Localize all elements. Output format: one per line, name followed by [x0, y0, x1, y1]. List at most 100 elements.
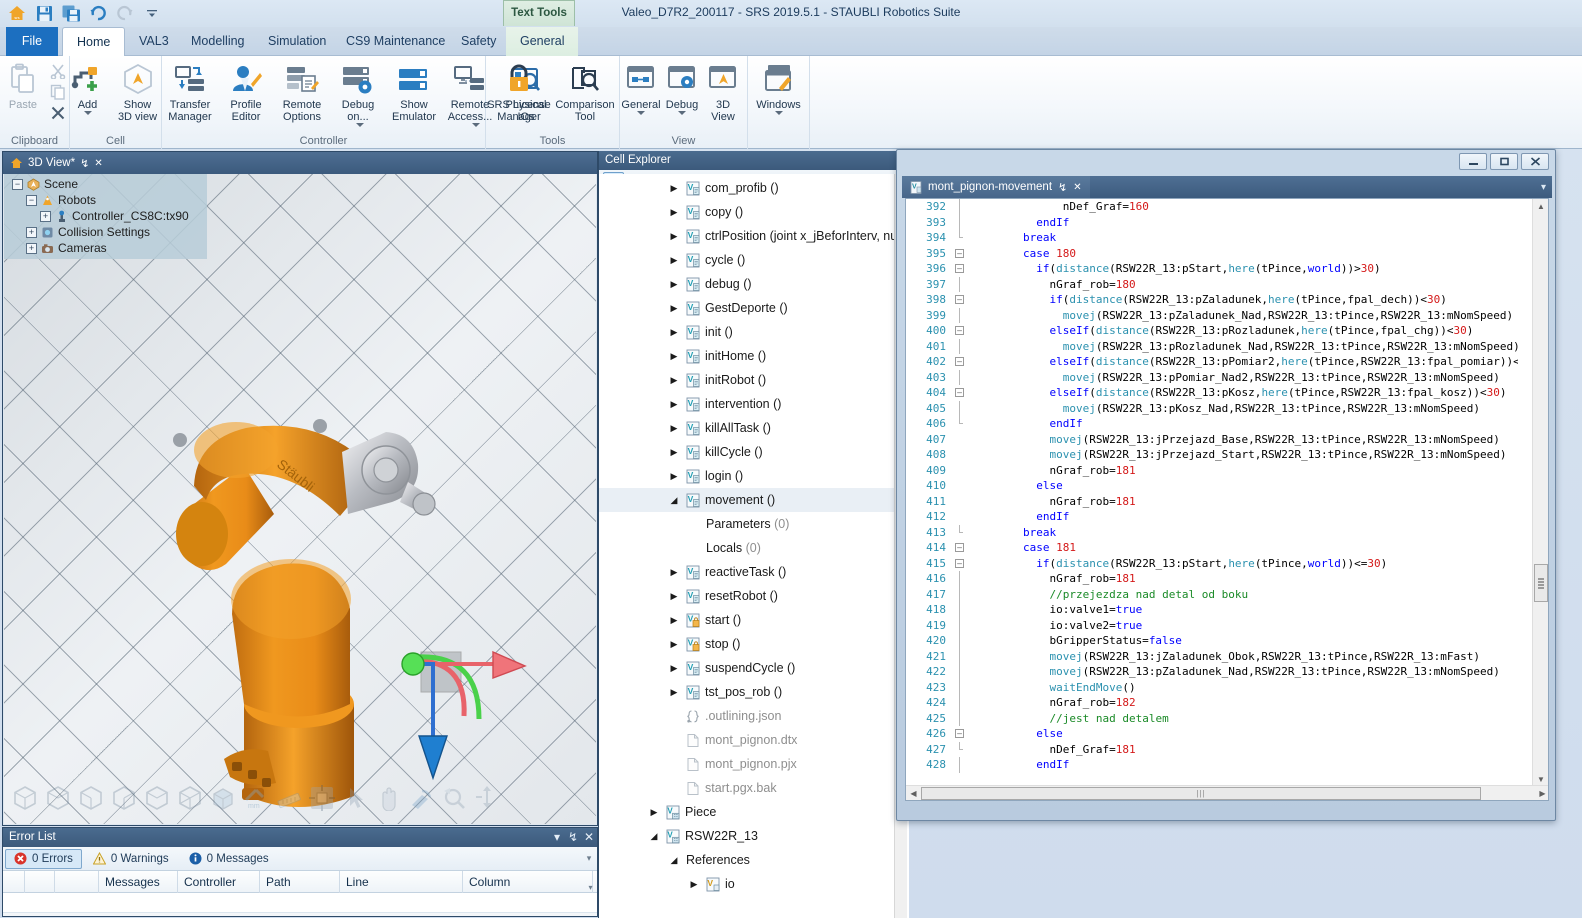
- profile-editor-button[interactable]: Profile Editor: [218, 59, 274, 131]
- code-vertical-scrollbar[interactable]: ▲ ▼: [1532, 199, 1548, 787]
- chevron-down-icon[interactable]: [678, 111, 686, 115]
- code-line[interactable]: 413 break: [906, 524, 1518, 541]
- scene-tree-item-cameras[interactable]: + Cameras: [4, 240, 207, 256]
- code-line[interactable]: 420 bGripperStatus=false: [906, 633, 1518, 649]
- code-line[interactable]: 398– if(distance(RSW22R_13:pZaladunek,he…: [906, 292, 1518, 308]
- collapsed-arrow-icon[interactable]: ▶: [667, 183, 681, 194]
- tab-modelling[interactable]: Modelling: [177, 27, 259, 56]
- cell-explorer-item[interactable]: ▶ Vlogin (): [599, 464, 909, 488]
- tab-val3[interactable]: VAL3: [125, 27, 183, 56]
- code-line[interactable]: 400– elseIf(distance(RSW22R_13:pRozladun…: [906, 323, 1518, 339]
- cell-explorer-item[interactable]: ▶ Vcycle (): [599, 248, 909, 272]
- fold-marker[interactable]: –: [952, 323, 968, 339]
- tab-cs9-maintenance[interactable]: CS9 Maintenance: [332, 27, 459, 56]
- column-header-column[interactable]: Column: [463, 870, 593, 893]
- code-vscroll-thumb[interactable]: [1534, 564, 1548, 602]
- code-line[interactable]: 419 io:valve2=true: [906, 617, 1518, 633]
- expander-icon[interactable]: +: [26, 242, 37, 254]
- expanded-arrow-icon[interactable]: ◢: [647, 831, 661, 842]
- measure-icon[interactable]: mm: [241, 783, 271, 813]
- tab-safety[interactable]: Safety: [447, 27, 510, 56]
- cell-explorer-item[interactable]: ▶ VctrlPosition (joint x_jBeforInterv, nu…: [599, 224, 909, 248]
- cell-explorer-item[interactable]: ▶ Vcopy (): [599, 200, 909, 224]
- cell-explorer-item[interactable]: ◢ V RSW22R_13: [599, 824, 909, 848]
- chevron-down-icon[interactable]: [356, 123, 364, 127]
- cell-explorer-item[interactable]: start.pgx.bak: [599, 776, 909, 800]
- hand-pan-icon[interactable]: [373, 783, 403, 813]
- scene-tree-item-scene[interactable]: − Scene: [4, 176, 207, 192]
- chevron-down-icon[interactable]: ▾: [1541, 182, 1552, 193]
- show-3d-view-button[interactable]: Show 3D view: [110, 59, 166, 131]
- minimize-button[interactable]: [1459, 153, 1487, 170]
- cell-explorer-tree[interactable]: ▶ Vcom_profib () ▶ Vcopy () ▶ VctrlPosition (…: [599, 174, 909, 918]
- code-line[interactable]: 418 io:valve1=true: [906, 602, 1518, 618]
- collapsed-arrow-icon[interactable]: ▶: [667, 615, 681, 626]
- view-cube-right-icon[interactable]: [109, 783, 139, 813]
- code-line[interactable]: 402– elseIf(distance(RSW22R_13:pPomiar2,…: [906, 354, 1518, 370]
- cell-explorer-item[interactable]: ▶ Vinit (): [599, 320, 909, 344]
- expander-icon[interactable]: −: [12, 178, 23, 190]
- cell-explorer-item[interactable]: ▶ VkillAllTask (): [599, 416, 909, 440]
- column-header-controller[interactable]: Controller: [178, 870, 260, 893]
- cell-explorer-item[interactable]: ▶ VreactiveTask (): [599, 560, 909, 584]
- code-line[interactable]: 394 break: [906, 230, 1518, 246]
- collapsed-arrow-icon[interactable]: ▶: [667, 591, 681, 602]
- close-icon[interactable]: ✕: [94, 158, 102, 169]
- code-line[interactable]: 399 movej(RSW22R_13:pZaladunek_Nad,RSW22…: [906, 307, 1518, 323]
- code-line[interactable]: 414– case 181: [906, 540, 1518, 556]
- filter-warnings[interactable]: 0 Warnings: [84, 849, 178, 869]
- code-line[interactable]: 407 movej(RSW22R_13:jPrzejazd_Base,RSW22…: [906, 432, 1518, 448]
- expander-icon[interactable]: +: [40, 210, 51, 222]
- srs-license-manager-button[interactable]: SRS License Manager: [486, 59, 552, 131]
- view-cube-front-icon[interactable]: [10, 783, 40, 813]
- tab-general[interactable]: General: [506, 27, 579, 56]
- error-list-scroll-stepper[interactable]: ▾: [583, 853, 595, 864]
- code-line[interactable]: 423 waitEndMove(): [906, 679, 1518, 695]
- view-cube-iso-icon[interactable]: [175, 783, 205, 813]
- code-line[interactable]: 404– elseIf(distance(RSW22R_13:pKosz,her…: [906, 385, 1518, 401]
- column-header-blank-1[interactable]: [3, 870, 25, 893]
- scene-tree-item-collision-settings[interactable]: + Collision Settings: [4, 224, 207, 240]
- view-cube-back-icon[interactable]: [43, 783, 73, 813]
- zoom-icon[interactable]: [439, 783, 469, 813]
- cell-explorer-item[interactable]: ▶ VkillCycle (): [599, 440, 909, 464]
- code-editor-body[interactable]: 392 nDef_Graf=160 393 endIf 394 break 395– …: [905, 198, 1549, 801]
- filter-messages[interactable]: 0 Messages: [180, 849, 278, 869]
- fold-marker[interactable]: –: [952, 354, 968, 370]
- scroll-right-icon[interactable]: ▶: [1535, 789, 1548, 798]
- collapsed-arrow-icon[interactable]: ▶: [667, 567, 681, 578]
- pin-icon[interactable]: ↯: [80, 157, 89, 170]
- fold-marker[interactable]: –: [952, 246, 968, 262]
- close-button[interactable]: [1521, 153, 1549, 170]
- tab-simulation[interactable]: Simulation: [254, 27, 340, 56]
- viewport-toolbar[interactable]: mm: [10, 778, 588, 818]
- collapsed-arrow-icon[interactable]: ▶: [687, 879, 701, 890]
- cell-explorer-item[interactable]: .outlining.json: [599, 704, 909, 728]
- chevron-down-icon[interactable]: [83, 111, 92, 115]
- column-header-blank-2[interactable]: [25, 870, 55, 893]
- code-line[interactable]: 415– if(distance(RSW22R_13:pStart,here(t…: [906, 556, 1518, 572]
- code-line[interactable]: 397 nGraf_rob=180: [906, 276, 1518, 292]
- code-line[interactable]: 409 nGraf_rob=181: [906, 463, 1518, 479]
- column-header-messages[interactable]: Messages: [99, 870, 178, 893]
- paste-button[interactable]: Paste: [0, 59, 46, 131]
- code-line[interactable]: 393 endIf: [906, 214, 1518, 230]
- windows-button[interactable]: Windows: [751, 59, 807, 131]
- fold-marker[interactable]: –: [952, 556, 968, 572]
- code-line[interactable]: 395– case 180: [906, 246, 1518, 262]
- fold-marker[interactable]: –: [952, 540, 968, 556]
- cut-button[interactable]: [50, 63, 66, 82]
- code-horizontal-scrollbar[interactable]: ◀ ||| ▶: [906, 785, 1548, 800]
- tab-home[interactable]: Home: [62, 27, 126, 57]
- chevron-down-icon[interactable]: [774, 111, 783, 115]
- cell-explorer-item[interactable]: Locals (0): [599, 536, 909, 560]
- collapsed-arrow-icon[interactable]: ▶: [667, 327, 681, 338]
- scene-tree-item-controller[interactable]: + Controller_CS8C:tx90: [4, 208, 207, 224]
- code-line[interactable]: 406 endIf: [906, 416, 1518, 432]
- collapsed-arrow-icon[interactable]: ▶: [667, 399, 681, 410]
- debug-on-button[interactable]: Debug on...: [330, 59, 386, 131]
- collapsed-arrow-icon[interactable]: ▶: [667, 303, 681, 314]
- scroll-left-icon[interactable]: ◀: [906, 789, 921, 798]
- add-button[interactable]: Add: [66, 59, 110, 131]
- code-line[interactable]: 410 else: [906, 478, 1518, 494]
